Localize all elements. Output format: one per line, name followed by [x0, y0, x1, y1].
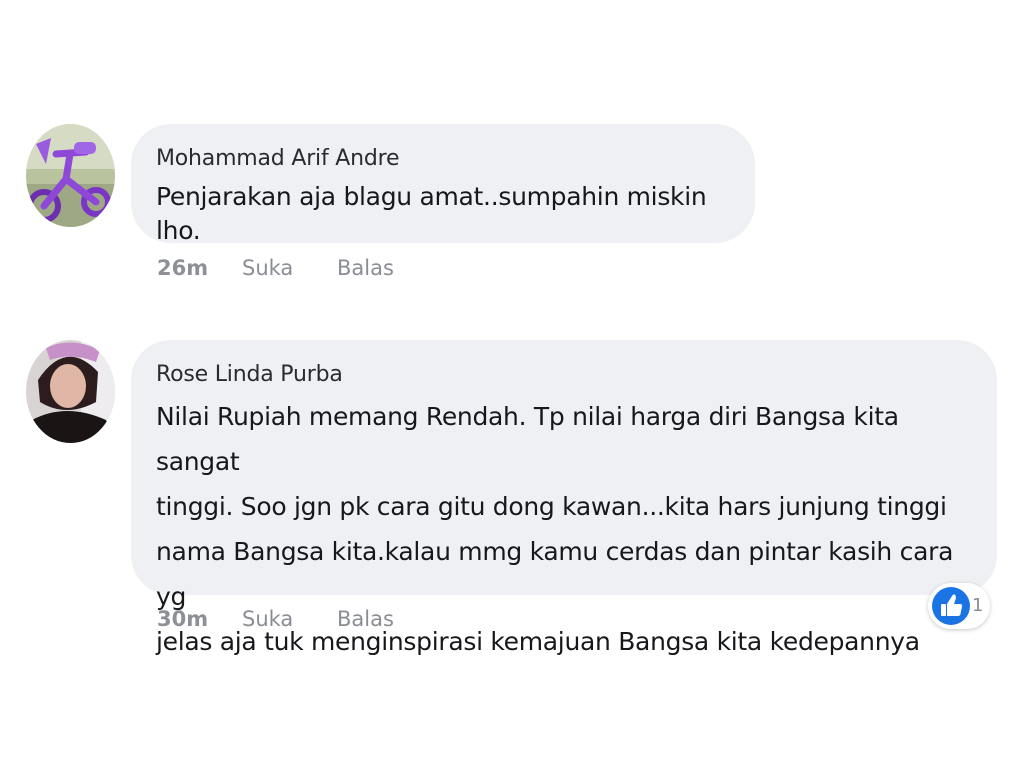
comment-text-line: Nilai Rupiah memang Rendah. Tp nilai har…	[156, 402, 899, 476]
like-button[interactable]: Suka	[242, 607, 293, 631]
avatar[interactable]	[26, 124, 115, 227]
thumbs-up-icon	[932, 587, 970, 625]
comment-bubble: Rose Linda Purba Nilai Rupiah memang Ren…	[131, 340, 997, 656]
reply-button[interactable]: Balas	[337, 607, 394, 631]
avatar-image	[26, 340, 115, 443]
comment-author[interactable]: Mohammad Arif Andre	[156, 146, 729, 172]
like-button[interactable]: Suka	[242, 256, 293, 280]
comment-text-line: nama Bangsa kita.kalau mmg kamu cerdas d…	[156, 537, 954, 611]
avatar[interactable]	[26, 340, 115, 443]
comment-timestamp[interactable]: 26m	[157, 256, 208, 280]
avatar-image	[26, 124, 115, 227]
comment-bubble: Mohammad Arif Andre Penjarakan aja blagu…	[131, 124, 755, 245]
reaction-count: 1	[972, 595, 984, 616]
reply-button[interactable]: Balas	[337, 256, 394, 280]
reaction-summary[interactable]: 1	[928, 583, 990, 629]
comment-text: Penjarakan aja blagu amat..sumpahin misk…	[156, 182, 707, 245]
comment-timestamp[interactable]: 30m	[157, 607, 208, 631]
comment-author[interactable]: Rose Linda Purba	[156, 362, 971, 388]
comment-text-line: tinggi. Soo jgn pk cara gitu dong kawan.…	[156, 492, 947, 521]
